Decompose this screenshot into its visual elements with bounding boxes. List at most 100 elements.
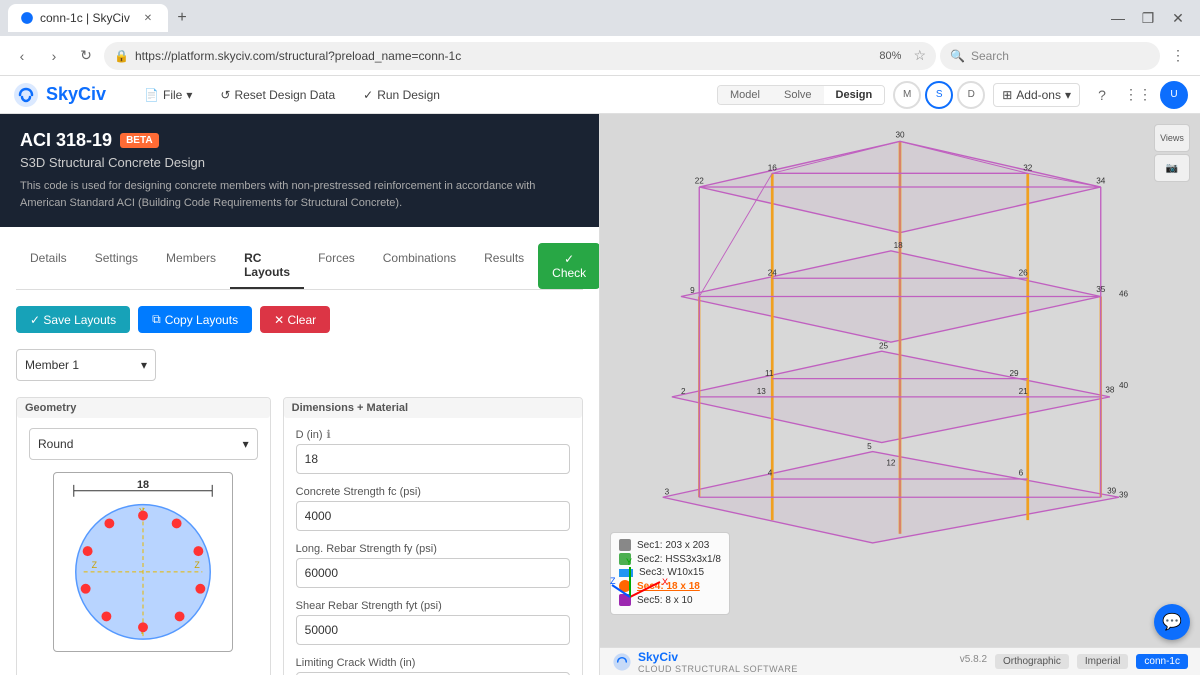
crack-width-group: Limiting Crack Width (in) (296, 657, 570, 675)
long-rebar-label: Long. Rebar Strength fy (psi) (296, 543, 570, 555)
crack-width-label: Limiting Crack Width (in) (296, 657, 570, 669)
search-box[interactable]: 🔍 Search (940, 42, 1160, 70)
svg-text:Z: Z (92, 560, 98, 570)
apps-grid-btn[interactable]: ⋮⋮ (1124, 81, 1152, 109)
run-design-btn[interactable]: ✓ Run Design (357, 84, 446, 106)
bottom-subtitle: CLOUD STRUCTURAL SOFTWARE (638, 664, 798, 674)
mode-solve-tab[interactable]: Solve (772, 86, 824, 104)
app-menu: 📄 File ▾ ↺ Reset Design Data ✓ Run Desig… (122, 84, 701, 106)
shape-arrow-icon: ▾ (243, 437, 249, 451)
viewport-3d: 22 30 16 32 34 9 24 18 26 35 2 11 25 29 (600, 114, 1200, 675)
panels-row: Geometry Round ▾ (16, 397, 583, 675)
win-close-btn[interactable]: ✕ (1164, 8, 1192, 28)
concrete-input[interactable] (296, 501, 570, 531)
file-menu[interactable]: 📄 File ▾ (138, 84, 198, 106)
svg-text:4: 4 (768, 468, 773, 477)
left-panel: ACI 318-19 BETA S3D Structural Concrete … (0, 114, 600, 675)
user-avatar[interactable]: U (1160, 81, 1188, 109)
file-icon: 📄 (144, 88, 159, 102)
svg-text:34: 34 (1096, 176, 1106, 185)
win-maximize-btn[interactable]: ❐ (1134, 8, 1162, 28)
app-right: Model Solve Design M S D ⊞ Add-ons ▾ ? ⋮… (717, 81, 1188, 109)
extensions-icon[interactable]: ⋮ (1164, 42, 1192, 70)
toolbar-icon-1[interactable]: M (893, 81, 921, 109)
orthographic-btn[interactable]: Orthographic (995, 654, 1069, 669)
screenshot-btn[interactable]: 📷 (1154, 154, 1190, 182)
refresh-btn[interactable]: ↻ (72, 42, 100, 70)
shape-dropdown[interactable]: Round ▾ (29, 428, 258, 460)
new-tab-btn[interactable]: + (168, 4, 196, 32)
d-input[interactable] (296, 444, 570, 474)
geometry-panel: Geometry Round ▾ (16, 397, 271, 675)
search-placeholder: Search (971, 49, 1009, 63)
win-minimize-btn[interactable]: — (1104, 8, 1132, 28)
conn-btn[interactable]: conn-1c (1136, 654, 1188, 669)
tab-members[interactable]: Members (152, 243, 230, 289)
imperial-btn[interactable]: Imperial (1077, 654, 1129, 669)
shear-rebar-label: Shear Rebar Strength fyt (psi) (296, 600, 570, 612)
toolbar-icon-3[interactable]: D (957, 81, 985, 109)
svg-text:39: 39 (1119, 490, 1129, 499)
tab-title: conn-1c | SkyCiv (40, 11, 130, 25)
svg-text:9: 9 (690, 286, 695, 295)
address-bar[interactable]: 🔒 https://platform.skyciv.com/structural… (104, 42, 936, 70)
reset-icon: ↺ (220, 88, 230, 102)
svg-text:24: 24 (768, 269, 778, 278)
long-rebar-input[interactable] (296, 558, 570, 588)
logo-text: SkyCiv (46, 84, 106, 105)
svg-text:11: 11 (765, 369, 774, 378)
views-btn[interactable]: Views (1154, 124, 1190, 152)
tab-close-btn[interactable]: ✕ (140, 10, 156, 26)
svg-text:21: 21 (1019, 387, 1029, 396)
shear-rebar-input[interactable] (296, 615, 570, 645)
svg-text:30: 30 (895, 131, 905, 140)
clear-btn[interactable]: ✕ Clear (260, 306, 330, 333)
svg-text:22: 22 (695, 176, 705, 185)
toolbar-icon-2[interactable]: S (925, 81, 953, 109)
browser-tab[interactable]: conn-1c | SkyCiv ✕ (8, 4, 168, 32)
reset-design-btn[interactable]: ↺ Reset Design Data (214, 84, 341, 106)
tab-forces[interactable]: Forces (304, 243, 369, 289)
geometry-title: Geometry (17, 398, 270, 418)
svg-text:12: 12 (886, 458, 896, 467)
svg-text:32: 32 (1023, 164, 1033, 173)
toolbar-icons: M S D (893, 81, 985, 109)
forward-btn[interactable]: › (40, 42, 68, 70)
back-btn[interactable]: ‹ (8, 42, 36, 70)
mode-design-tab[interactable]: Design (824, 86, 885, 104)
addons-chevron-icon: ▾ (1065, 88, 1071, 102)
view-controls: Views 📷 (1154, 124, 1190, 182)
chat-btn[interactable]: 💬 (1154, 604, 1190, 640)
code-header: ACI 318-19 BETA S3D Structural Concrete … (0, 114, 599, 227)
beta-badge: BETA (120, 133, 158, 148)
svg-text:25: 25 (879, 342, 889, 351)
title-bar: conn-1c | SkyCiv ✕ + — ❐ ✕ (0, 0, 1200, 36)
check-btn[interactable]: ✓ Check (538, 243, 600, 289)
tab-rc-layouts[interactable]: RC Layouts (230, 243, 304, 289)
code-description: This code is used for designing concrete… (20, 178, 579, 211)
member-dropdown[interactable]: Member 1 ▾ (16, 349, 156, 381)
mode-model-tab[interactable]: Model (718, 86, 772, 104)
copy-layouts-btn[interactable]: ⧉ Copy Layouts (138, 306, 252, 333)
action-buttons: ✓ Save Layouts ⧉ Copy Layouts ✕ Clear (16, 306, 583, 333)
help-btn[interactable]: ? (1088, 81, 1116, 109)
svg-text:39: 39 (1107, 487, 1117, 496)
svg-text:40: 40 (1119, 381, 1129, 390)
copy-icon: ⧉ (152, 312, 161, 327)
svg-text:X: X (662, 577, 668, 587)
svg-text:18: 18 (137, 479, 149, 491)
code-title: ACI 318-19 (20, 130, 112, 151)
save-layouts-btn[interactable]: ✓ Save Layouts (16, 306, 130, 333)
nav-icons: ⋮ (1164, 42, 1192, 70)
tab-settings[interactable]: Settings (81, 243, 152, 289)
tab-results[interactable]: Results (470, 243, 538, 289)
run-icon: ✓ (363, 88, 373, 102)
info-icon: ℹ (327, 428, 331, 441)
tab-details[interactable]: Details (16, 243, 81, 289)
svg-text:Z: Z (195, 560, 201, 570)
svg-text:26: 26 (1019, 269, 1029, 278)
tab-combinations[interactable]: Combinations (369, 243, 470, 289)
svg-text:46: 46 (1119, 290, 1129, 299)
addons-btn[interactable]: ⊞ Add-ons ▾ (993, 83, 1080, 107)
skyciv-bottom-logo: SkyCiv CLOUD STRUCTURAL SOFTWARE (612, 650, 798, 674)
